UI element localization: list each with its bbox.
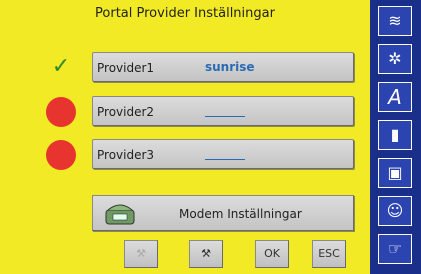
embroidery-icon[interactable]: ✲ (378, 44, 412, 74)
empty-value-line (205, 159, 245, 160)
modem-settings-button[interactable]: Modem Inställningar (92, 195, 354, 231)
smiley-icon[interactable]: ☺ (378, 196, 412, 226)
error-dot-icon (46, 97, 76, 127)
stitch-icon[interactable]: ≋ (378, 6, 412, 36)
tool-button[interactable]: ⚒ (189, 240, 223, 268)
provider-label: Provider1 (97, 61, 155, 75)
modem-label: Modem Inställningar (179, 207, 302, 221)
provider-label: Provider3 (97, 148, 155, 162)
frame-icon[interactable]: ▣ (378, 158, 412, 188)
bar-icon[interactable]: ▮ (378, 120, 412, 150)
check-icon: ✓ (51, 54, 71, 79)
provider3-button[interactable]: Provider3 (92, 139, 354, 169)
provider2-button[interactable]: Provider2 (92, 96, 354, 126)
error-dot-icon (46, 140, 76, 170)
provider-value: sunrise (205, 60, 255, 74)
provider-label: Provider2 (97, 105, 155, 119)
sidebar: ≋ ✲ A ▮ ▣ ☺ ☞ (370, 0, 421, 274)
text-a-icon[interactable]: A (378, 82, 412, 112)
esc-button[interactable]: ESC (312, 240, 346, 268)
empty-value-line (205, 116, 245, 117)
page-title: Portal Provider Inställningar (95, 6, 275, 21)
tool-button-disabled: ⚒ (124, 240, 158, 268)
modem-phone-icon (105, 204, 135, 225)
ok-button[interactable]: OK (255, 240, 289, 268)
provider1-button[interactable]: Provider1 sunrise (92, 52, 354, 82)
settings-icon[interactable]: ☞ (378, 234, 412, 264)
